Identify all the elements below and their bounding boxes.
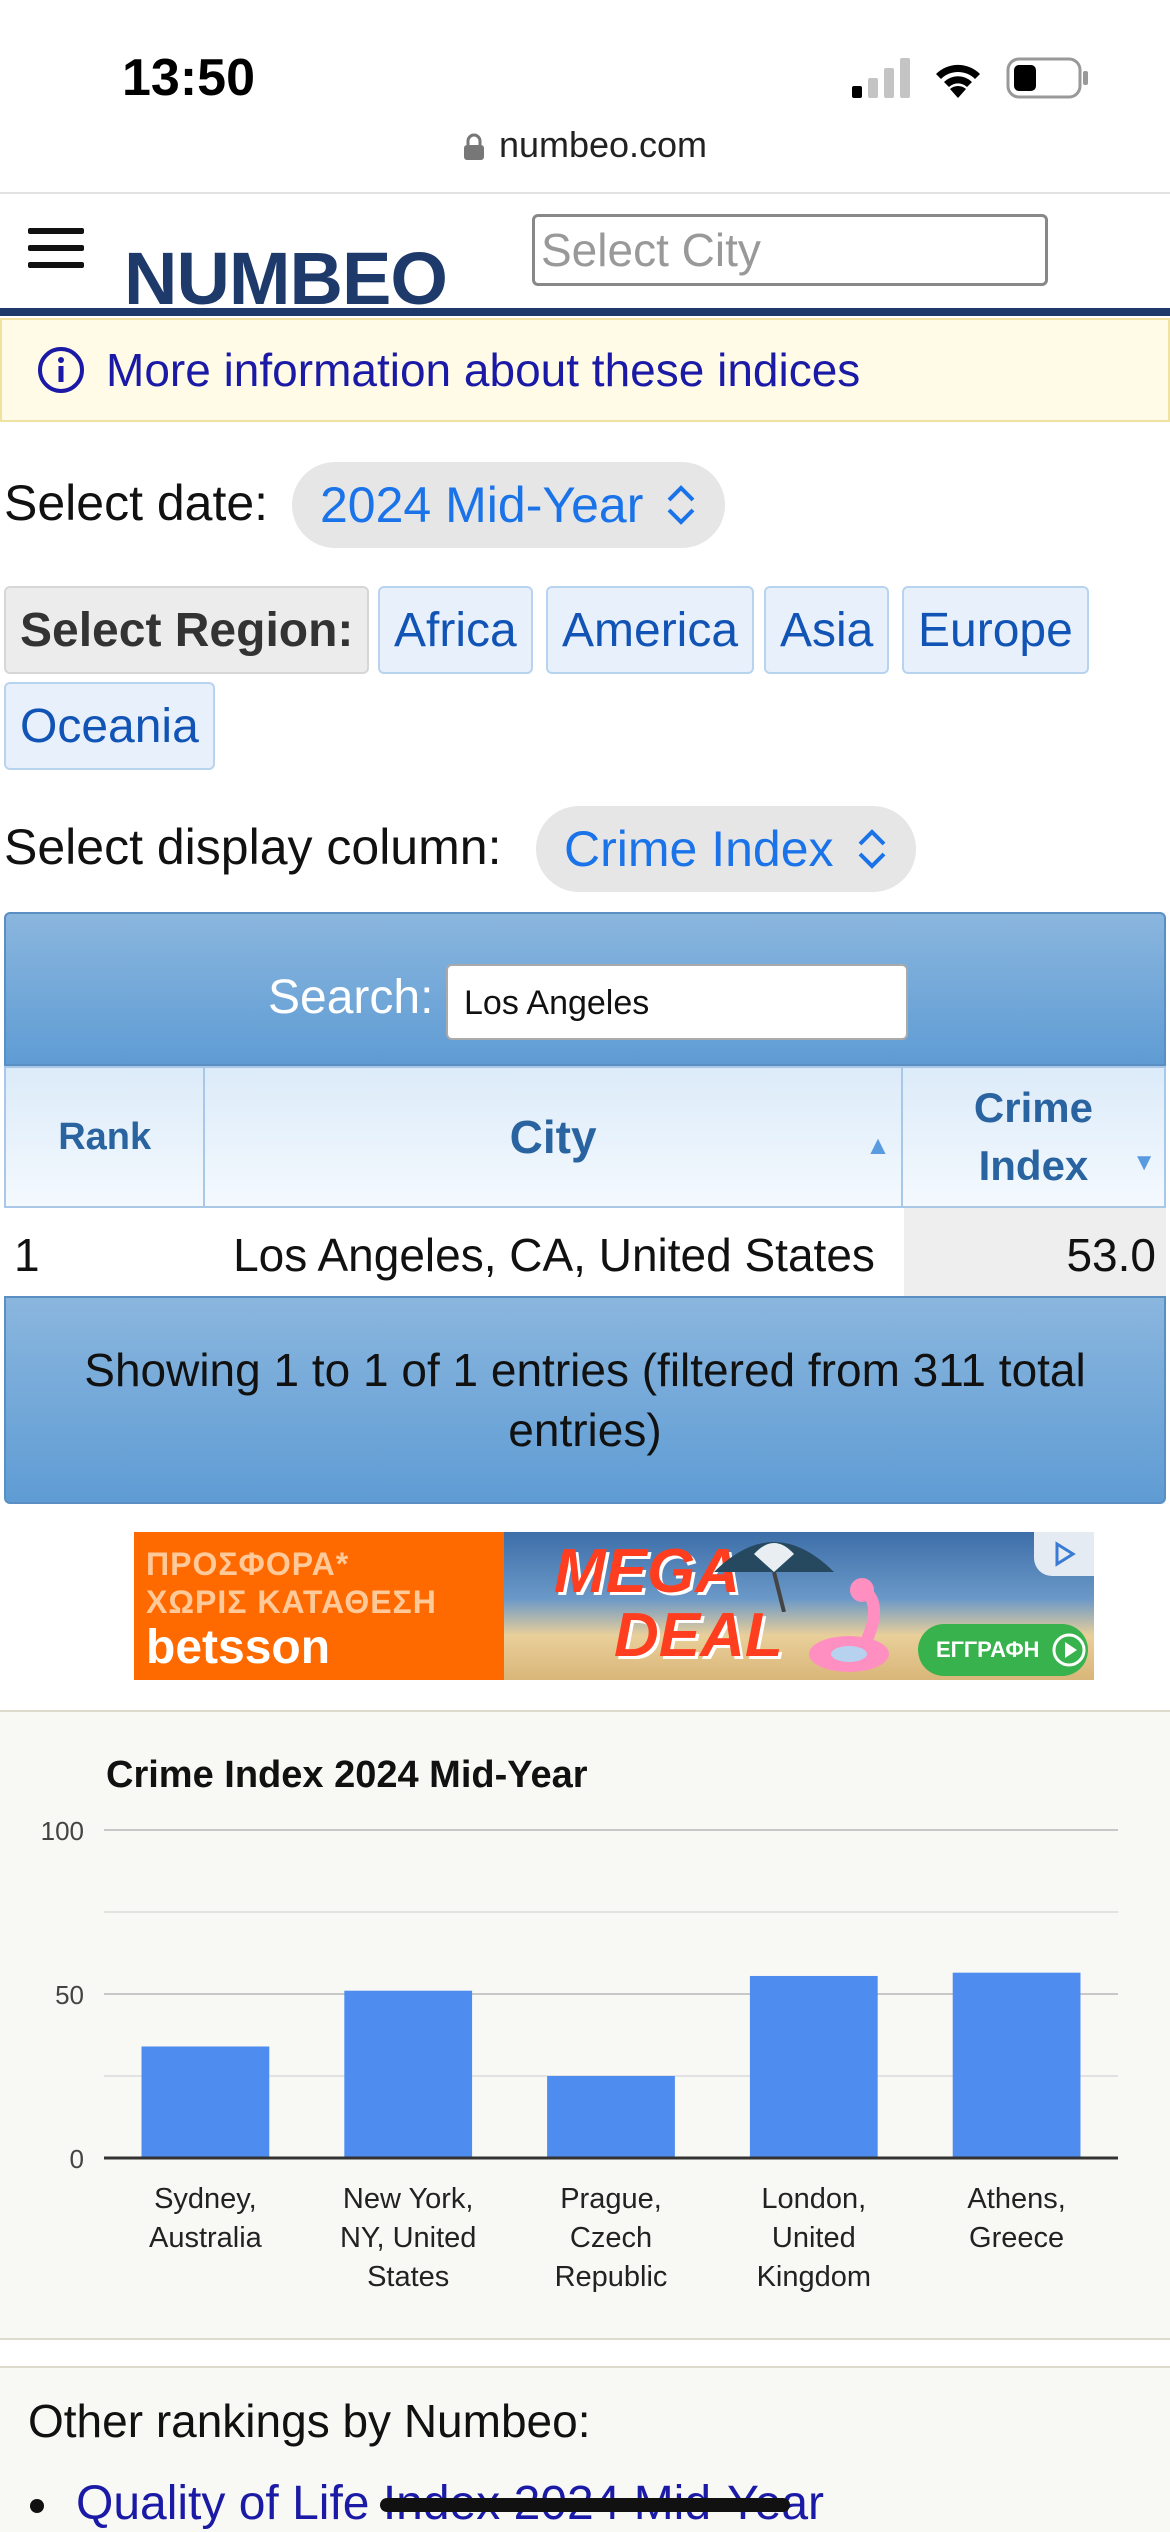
other-rankings-title: Other rankings by Numbeo: bbox=[28, 2395, 591, 2447]
x-tick-label: Greece bbox=[969, 2222, 1064, 2254]
chart-bar bbox=[749, 1975, 878, 2158]
url-text: numbeo.com bbox=[498, 124, 708, 165]
info-link[interactable]: More information about these indices bbox=[106, 343, 860, 397]
y-tick-label: 100 bbox=[41, 1816, 84, 1846]
column-select[interactable]: Crime Index bbox=[536, 806, 916, 892]
search-label: Search: bbox=[268, 971, 434, 1024]
column-header-rank[interactable]: Rank bbox=[6, 1068, 206, 1206]
ad-offer-panel: ΠΡΟΣΦΟΡΑ* ΧΩΡΙΣ ΚΑΤΑΘΕΣΗ betsson bbox=[134, 1532, 504, 1680]
ad-deal-text: DEAL bbox=[614, 1601, 783, 1670]
cell-crime-index: 53.0 bbox=[904, 1208, 1166, 1296]
chart-bar bbox=[547, 2076, 675, 2158]
updown-chevron-icon bbox=[858, 829, 885, 869]
lock-icon bbox=[463, 134, 484, 161]
ad-line1: ΠΡΟΣΦΟΡΑ* bbox=[146, 1546, 350, 1582]
updown-chevron-icon bbox=[667, 485, 695, 525]
column-header-crime-index[interactable]: Crime Index ▼ bbox=[903, 1068, 1164, 1206]
ad-brand: betsson bbox=[146, 1621, 331, 1674]
address-bar[interactable]: numbeo.com bbox=[0, 124, 1170, 166]
status-time: 13:50 bbox=[122, 49, 255, 107]
status-icons bbox=[852, 56, 1090, 100]
info-icon bbox=[38, 347, 84, 393]
date-select-value: 2024 Mid-Year bbox=[320, 477, 644, 533]
x-tick-label: NY, United bbox=[340, 2222, 477, 2254]
select-city-input[interactable]: Select City bbox=[532, 214, 1048, 286]
region-oceania-button[interactable]: Oceania bbox=[4, 682, 215, 770]
battery-icon bbox=[1006, 57, 1088, 99]
table-header: Rank City ▲ Crime Index ▼ bbox=[4, 1066, 1166, 1208]
sort-ascending-icon: ▲ bbox=[865, 1130, 891, 1160]
menu-icon[interactable] bbox=[28, 228, 84, 268]
x-tick-label: United bbox=[772, 2222, 856, 2254]
chart-bar bbox=[141, 2046, 270, 2158]
chart-canvas: 0 50 100 Sydney, Australia New York, NY, Unite… bbox=[41, 1816, 1118, 2293]
umbrella-icon bbox=[714, 1542, 834, 1612]
x-tick-label: Republic bbox=[555, 2261, 668, 2293]
region-asia-button[interactable]: Asia bbox=[764, 586, 890, 674]
header-underline bbox=[0, 308, 1170, 316]
column-header-city-label: City bbox=[509, 1111, 597, 1163]
search-input[interactable]: Los Angeles bbox=[446, 964, 908, 1040]
x-tick-label: Sydney, bbox=[154, 2183, 257, 2215]
ad-image-panel: MEGA DEAL ΕΓΓΡΑΦΗ bbox=[504, 1532, 1094, 1680]
date-select[interactable]: 2024 Mid-Year bbox=[292, 462, 726, 548]
x-tick-label: Prague, bbox=[560, 2183, 662, 2215]
select-column-label: Select display column: bbox=[4, 819, 502, 875]
x-tick-label: States bbox=[367, 2261, 449, 2293]
chart-bar bbox=[344, 1990, 473, 2158]
bullet-icon bbox=[30, 2499, 44, 2514]
info-banner[interactable]: More information about these indices bbox=[0, 318, 1170, 422]
select-region-label: Select Region: bbox=[4, 586, 370, 674]
cell-city: Los Angeles, CA, United States bbox=[233, 1229, 875, 1281]
wifi-icon bbox=[936, 64, 980, 98]
y-tick-label: 50 bbox=[55, 1980, 84, 2010]
table-row: 1 Los Angeles, CA, United States 53.0 bbox=[4, 1208, 1166, 1296]
ad-register-label: ΕΓΓΡΑΦΗ bbox=[936, 1637, 1040, 1662]
x-tick-label: Australia bbox=[149, 2222, 263, 2254]
x-tick-label: Athens, bbox=[967, 2183, 1065, 2215]
status-bar: 13:50 bbox=[0, 0, 1170, 130]
select-date-label: Select date: bbox=[4, 475, 269, 531]
x-tick-label: New York, bbox=[343, 2183, 474, 2215]
region-africa-button[interactable]: Africa bbox=[378, 586, 533, 674]
x-tick-label: Czech bbox=[570, 2222, 652, 2254]
cellular-signal-icon bbox=[852, 58, 910, 98]
ad-line2: ΧΩΡΙΣ ΚΑΤΑΘΕΣΗ bbox=[146, 1584, 437, 1620]
home-indicator[interactable] bbox=[380, 2498, 790, 2512]
crime-index-chart: Crime Index 2024 Mid-Year 0 50 100 Sydney, A… bbox=[0, 1710, 1170, 2340]
column-header-crime-line2: Index bbox=[978, 1142, 1089, 1189]
ad-register-button[interactable]: ΕΓΓΡΑΦΗ bbox=[918, 1624, 1088, 1676]
sort-descending-icon: ▼ bbox=[1132, 1149, 1156, 1176]
table-info: Showing 1 to 1 of 1 entries (filtered fr… bbox=[4, 1296, 1166, 1504]
advertisement-banner[interactable]: ΠΡΟΣΦΟΡΑ* ΧΩΡΙΣ ΚΑΤΑΘΕΣΗ betsson MEGA DE… bbox=[134, 1532, 1094, 1680]
column-header-crime-line1: Crime bbox=[973, 1084, 1093, 1131]
cell-rank: 1 bbox=[14, 1229, 40, 1281]
ad-mega-text: MEGA bbox=[554, 1537, 740, 1606]
site-header: NUMBEO Select City bbox=[0, 194, 1170, 320]
table-search-panel: Search: Los Angeles bbox=[4, 912, 1166, 1066]
region-europe-button[interactable]: Europe bbox=[902, 586, 1089, 674]
x-tick-label: Kingdom bbox=[757, 2261, 871, 2293]
column-header-city[interactable]: City ▲ bbox=[205, 1068, 903, 1206]
region-america-button[interactable]: America bbox=[546, 586, 755, 674]
chart-bar bbox=[952, 1972, 1081, 2158]
y-tick-label: 0 bbox=[70, 2144, 84, 2174]
adchoices-icon[interactable] bbox=[1034, 1532, 1094, 1576]
column-select-value: Crime Index bbox=[564, 821, 834, 877]
play-circle-icon bbox=[1052, 1633, 1086, 1667]
x-tick-label: London, bbox=[761, 2183, 866, 2215]
